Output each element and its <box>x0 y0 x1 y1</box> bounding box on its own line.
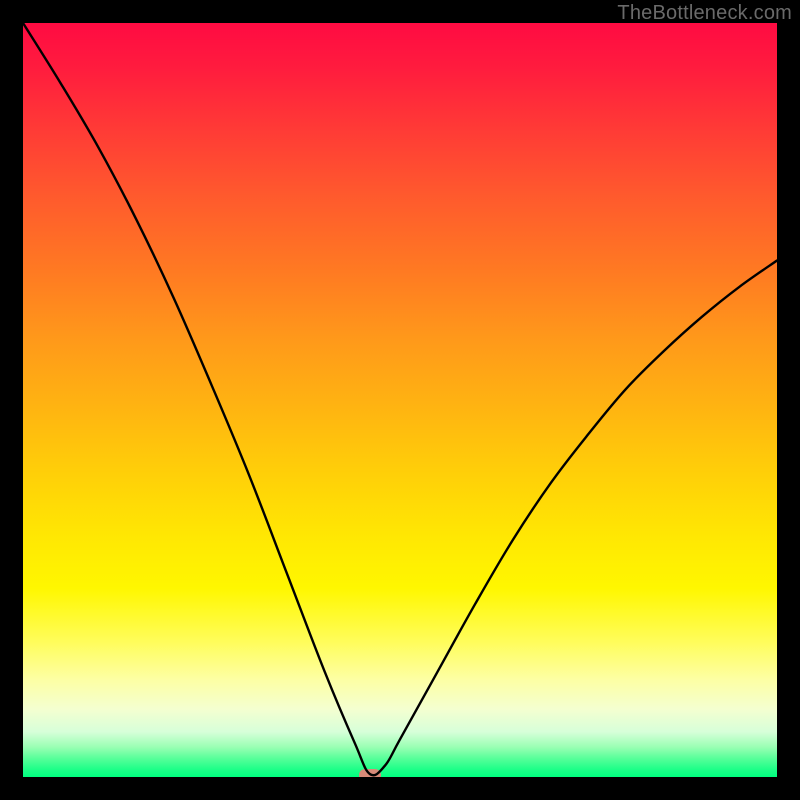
bottleneck-curve <box>23 23 777 777</box>
plot-area <box>23 23 777 777</box>
chart-frame: TheBottleneck.com <box>0 0 800 800</box>
watermark-text: TheBottleneck.com <box>617 2 792 25</box>
